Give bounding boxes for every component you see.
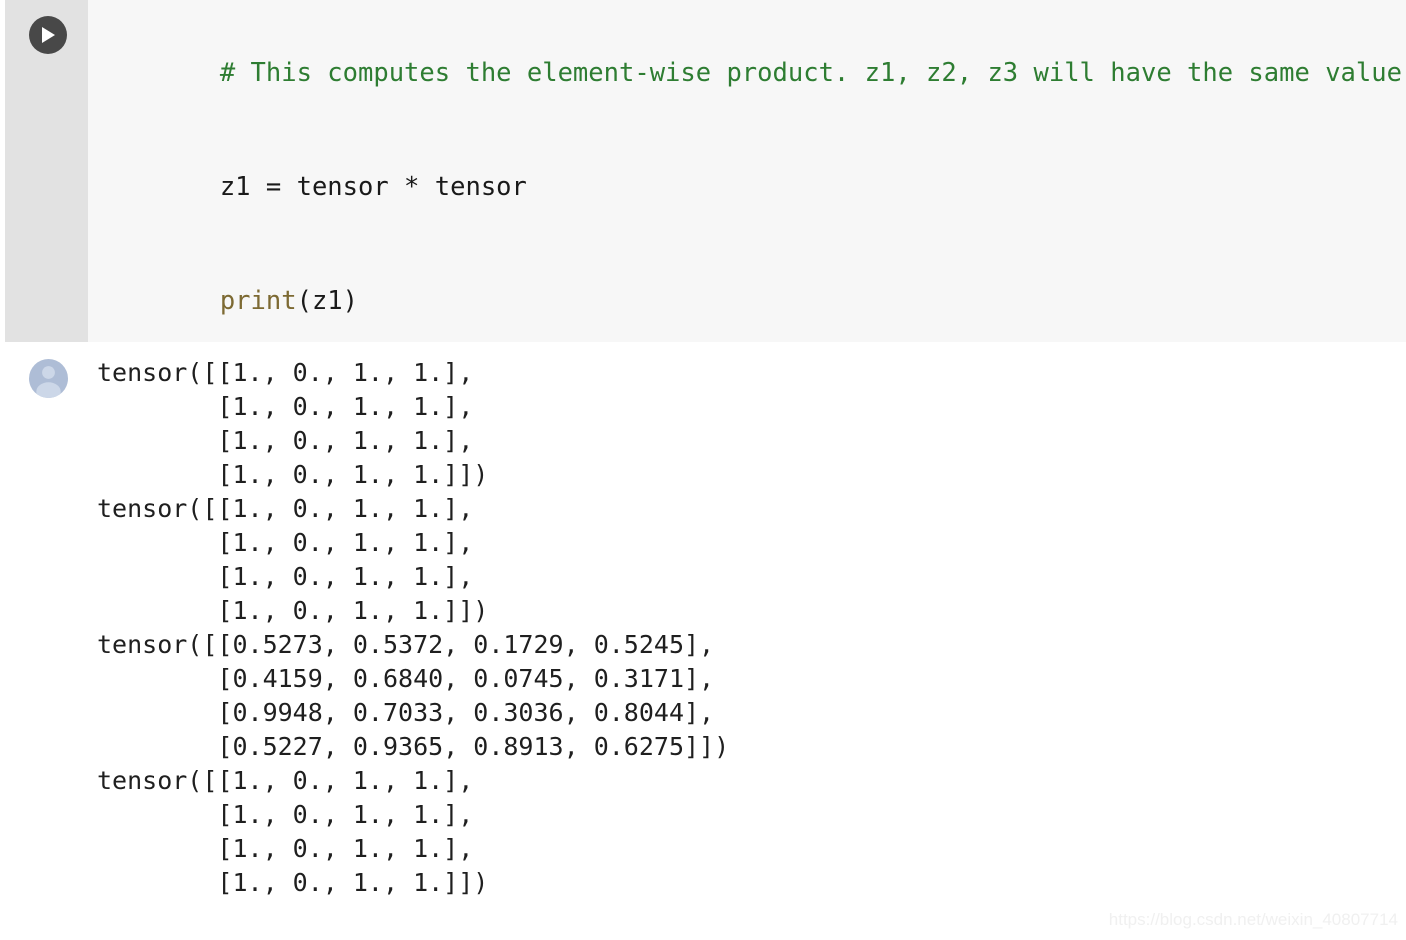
- notebook-cell-container: # This computes the element-wise product…: [0, 0, 1406, 940]
- code-line: z1 = tensor * tensor: [97, 130, 1406, 244]
- output-line: [1., 0., 1., 1.]]): [97, 460, 489, 489]
- code-token-plain: z1 = tensor * tensor: [219, 172, 527, 202]
- code-line: # This computes the element-wise product…: [97, 16, 1406, 130]
- output-line: [0.5227, 0.9365, 0.8913, 0.6275]]): [97, 732, 730, 761]
- play-icon: [40, 26, 56, 44]
- code-editor[interactable]: # This computes the element-wise product…: [88, 0, 1406, 342]
- output-line: [1., 0., 1., 1.],: [97, 834, 474, 863]
- code-line: print(z1): [97, 244, 1406, 342]
- cell-output: tensor([[1., 0., 1., 1.], [1., 0., 1., 1…: [0, 342, 1406, 900]
- output-line: tensor([[1., 0., 1., 1.],: [97, 358, 474, 387]
- code-token-builtin: print: [219, 286, 297, 316]
- output-line: [1., 0., 1., 1.]]): [97, 868, 489, 897]
- watermark: https://blog.csdn.net/weixin_40807714: [1108, 910, 1398, 929]
- output-line: tensor([[1., 0., 1., 1.],: [97, 766, 474, 795]
- code-cell[interactable]: # This computes the element-wise product…: [0, 0, 1406, 342]
- output-line: [1., 0., 1., 1.]]): [97, 596, 489, 625]
- person-avatar-icon: [29, 359, 68, 398]
- output-line: [1., 0., 1., 1.],: [97, 528, 474, 557]
- output-line: tensor([[1., 0., 1., 1.],: [97, 494, 474, 523]
- output-line: [1., 0., 1., 1.],: [97, 800, 474, 829]
- output-line: tensor([[0.5273, 0.5372, 0.1729, 0.5245]…: [97, 630, 715, 659]
- code-token-plain: (z1): [296, 286, 359, 316]
- output-line: [1., 0., 1., 1.],: [97, 562, 474, 591]
- output-line: [0.4159, 0.6840, 0.0745, 0.3171],: [97, 664, 715, 693]
- run-cell-button[interactable]: [29, 16, 67, 54]
- output-text-area: tensor([[1., 0., 1., 1.], [1., 0., 1., 1…: [88, 342, 1406, 900]
- output-line: [1., 0., 1., 1.],: [97, 426, 474, 455]
- code-token-comment: # This computes the element-wise product…: [219, 58, 1402, 88]
- output-line: [0.9948, 0.7033, 0.3036, 0.8044],: [97, 698, 715, 727]
- output-line: [1., 0., 1., 1.],: [97, 392, 474, 421]
- code-cell-gutter: [5, 0, 88, 342]
